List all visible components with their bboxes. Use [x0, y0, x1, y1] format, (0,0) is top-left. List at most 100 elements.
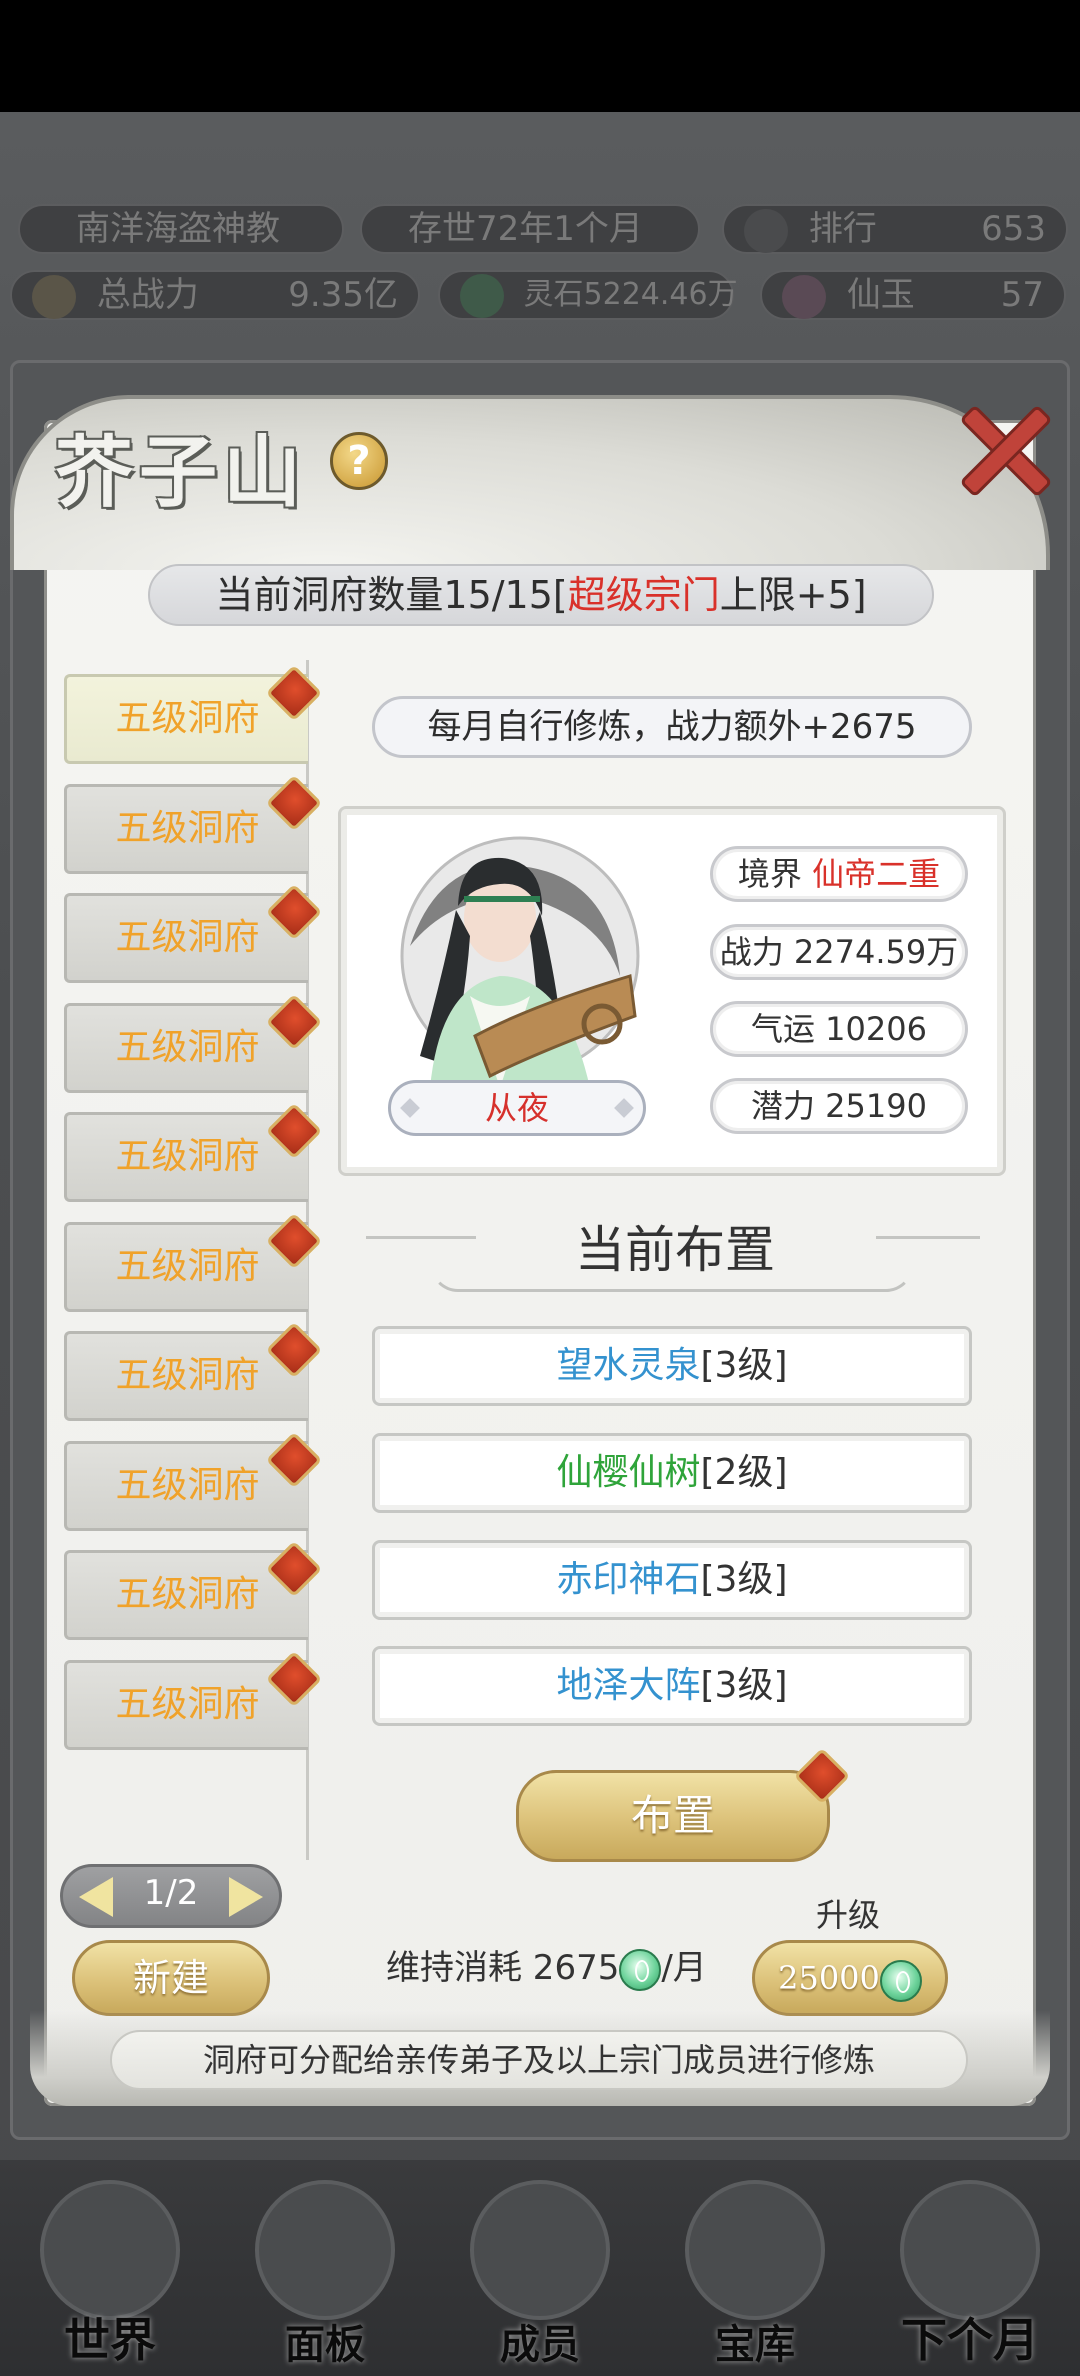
members-icon: [470, 2180, 610, 2320]
slot-level: [2级]: [700, 1452, 788, 1493]
cave-item-label: 五级洞府: [115, 1684, 260, 1725]
layout-slot-2[interactable]: 仙樱仙树[2级]: [372, 1433, 972, 1513]
upgrade-cost: 25000: [778, 1959, 880, 1997]
rank-value: 653: [981, 209, 1046, 249]
slot-name: 地泽大阵: [556, 1665, 701, 1706]
layout-slot-4[interactable]: 地泽大阵[3级]: [372, 1646, 972, 1726]
cave-item-label: 五级洞府: [115, 808, 260, 849]
cave-item-1[interactable]: 五级洞府: [64, 664, 323, 764]
power-label: 总战力: [96, 275, 199, 315]
cave-item-8[interactable]: 五级洞府: [64, 1431, 323, 1531]
cave-item-label: 五级洞府: [115, 1246, 260, 1287]
spirit-stone-icon: [879, 1959, 922, 2002]
status-bar: [0, 0, 1080, 112]
next-month-icon: [900, 2180, 1040, 2320]
world-icon: [40, 2180, 180, 2320]
dialog-title: 芥子山: [55, 427, 308, 518]
sect-age: 存世72年1个月: [408, 209, 643, 249]
spirit-stone-icon: [619, 1948, 662, 1991]
realm-value: 仙帝二重: [812, 855, 941, 893]
power-pill: 总战力 9.35亿: [10, 270, 420, 320]
next-page-icon[interactable]: [229, 1877, 263, 1917]
jade-label: 仙玉: [846, 275, 915, 315]
power-stat: 战力 2274.59万: [710, 924, 968, 980]
nav-treasury[interactable]: 宝库: [655, 2160, 855, 2376]
nav-panel-label: 面板: [285, 2321, 365, 2368]
help-button[interactable]: ?: [330, 432, 388, 490]
potential-stat: 潜力 25190: [710, 1078, 968, 1134]
nav-world-label: 世界: [64, 2313, 156, 2367]
jade-icon: [782, 274, 826, 319]
spirit-stone-icon: [460, 273, 504, 318]
slot-name: 赤印神石: [556, 1559, 701, 1600]
age-pill: 存世72年1个月: [360, 204, 700, 254]
nav-panel[interactable]: 面板: [225, 2160, 425, 2376]
character-name: 从夜: [388, 1080, 646, 1136]
realm-stat: 境界 仙帝二重: [710, 846, 968, 902]
cave-item-label: 五级洞府: [115, 1574, 260, 1615]
cave-count-bar: 当前洞府数量15/15[超级宗门上限+5]: [148, 564, 934, 626]
slot-name: 望水灵泉: [556, 1345, 701, 1386]
bottom-nav: 世界 面板 成员 宝库 下个月: [0, 2160, 1080, 2376]
cave-item-5[interactable]: 五级洞府: [64, 1102, 323, 1202]
cave-item-label: 五级洞府: [115, 917, 260, 958]
nav-world[interactable]: 世界: [10, 2160, 210, 2376]
cave-item-7[interactable]: 五级洞府: [64, 1321, 323, 1421]
upkeep-prefix: 维持消耗 2675: [386, 1948, 620, 1988]
upkeep-cost: 维持消耗 2675/月: [386, 1940, 707, 1991]
super-sect-highlight: 超级宗门: [567, 573, 720, 617]
layout-slot-1[interactable]: 望水灵泉[3级]: [372, 1326, 972, 1406]
cave-pager: 1/2: [60, 1864, 282, 1928]
rank-label: 排行: [808, 209, 877, 249]
cave-item-9[interactable]: 五级洞府: [64, 1540, 323, 1640]
realm-label: 境界: [737, 855, 802, 893]
rank-pill: 排行 653: [722, 204, 1068, 254]
cave-item-label: 五级洞府: [115, 1465, 260, 1506]
cave-count-prefix: 当前洞府数量15/15[: [215, 573, 568, 617]
nav-next-month[interactable]: 下个月: [870, 2160, 1070, 2376]
resource-row: 总战力 9.35亿 灵石5224.46万 仙玉 57: [0, 270, 1080, 332]
character-portrait[interactable]: [380, 826, 642, 1096]
arrange-button[interactable]: 布置: [516, 1770, 830, 1862]
panel-icon: [255, 2180, 395, 2320]
cave-item-label: 五级洞府: [115, 1355, 260, 1396]
cave-count-suffix: 上限+5]: [719, 573, 867, 617]
treasury-icon: [685, 2180, 825, 2320]
cave-item-2[interactable]: 五级洞府: [64, 774, 323, 874]
jade-pill: 仙玉 57: [760, 270, 1066, 320]
nav-treasury-label: 宝库: [715, 2321, 795, 2368]
cultivation-bonus: 每月自行修炼，战力额外+2675: [372, 696, 972, 758]
nav-members-label: 成员: [500, 2321, 580, 2368]
nav-next-month-label: 下个月: [901, 2313, 1039, 2367]
power-value: 9.35亿: [288, 275, 398, 315]
slot-name: 仙樱仙树: [556, 1452, 701, 1493]
luck-stat: 气运 10206: [710, 1001, 968, 1057]
spirit-stone-value: 灵石5224.46万: [523, 277, 738, 312]
cave-item-10[interactable]: 五级洞府: [64, 1650, 323, 1750]
close-button[interactable]: [955, 400, 1051, 496]
top-info-row: 南洋海盗神教 存世72年1个月 排行 653: [0, 204, 1080, 266]
section-title: 当前布置: [575, 1221, 775, 1279]
upkeep-suffix: /月: [661, 1948, 707, 1988]
spirit-stone-pill: 灵石5224.46万: [438, 270, 738, 320]
power-icon: [32, 274, 76, 319]
cave-item-4[interactable]: 五级洞府: [64, 993, 323, 1093]
cave-item-label: 五级洞府: [115, 698, 260, 739]
new-cave-button[interactable]: 新建: [72, 1940, 270, 2016]
slot-level: [3级]: [700, 1345, 788, 1386]
nav-members[interactable]: 成员: [440, 2160, 640, 2376]
layout-slot-3[interactable]: 赤印神石[3级]: [372, 1540, 972, 1620]
cave-item-label: 五级洞府: [115, 1027, 260, 1068]
rank-icon: [744, 208, 788, 253]
sect-name: 南洋海盗神教: [76, 209, 280, 249]
slot-level: [3级]: [700, 1559, 788, 1600]
cave-item-3[interactable]: 五级洞府: [64, 883, 323, 983]
cave-item-label: 五级洞府: [115, 1136, 260, 1177]
footer-note: 洞府可分配给亲传弟子及以上宗门成员进行修炼: [110, 2030, 968, 2090]
upgrade-button[interactable]: 25000: [752, 1940, 948, 2016]
jade-value: 57: [1000, 275, 1044, 315]
cave-item-6[interactable]: 五级洞府: [64, 1212, 323, 1312]
sect-name-pill: 南洋海盗神教: [18, 204, 344, 254]
slot-level: [3级]: [700, 1665, 788, 1706]
upgrade-label: 升级: [816, 1896, 881, 1934]
